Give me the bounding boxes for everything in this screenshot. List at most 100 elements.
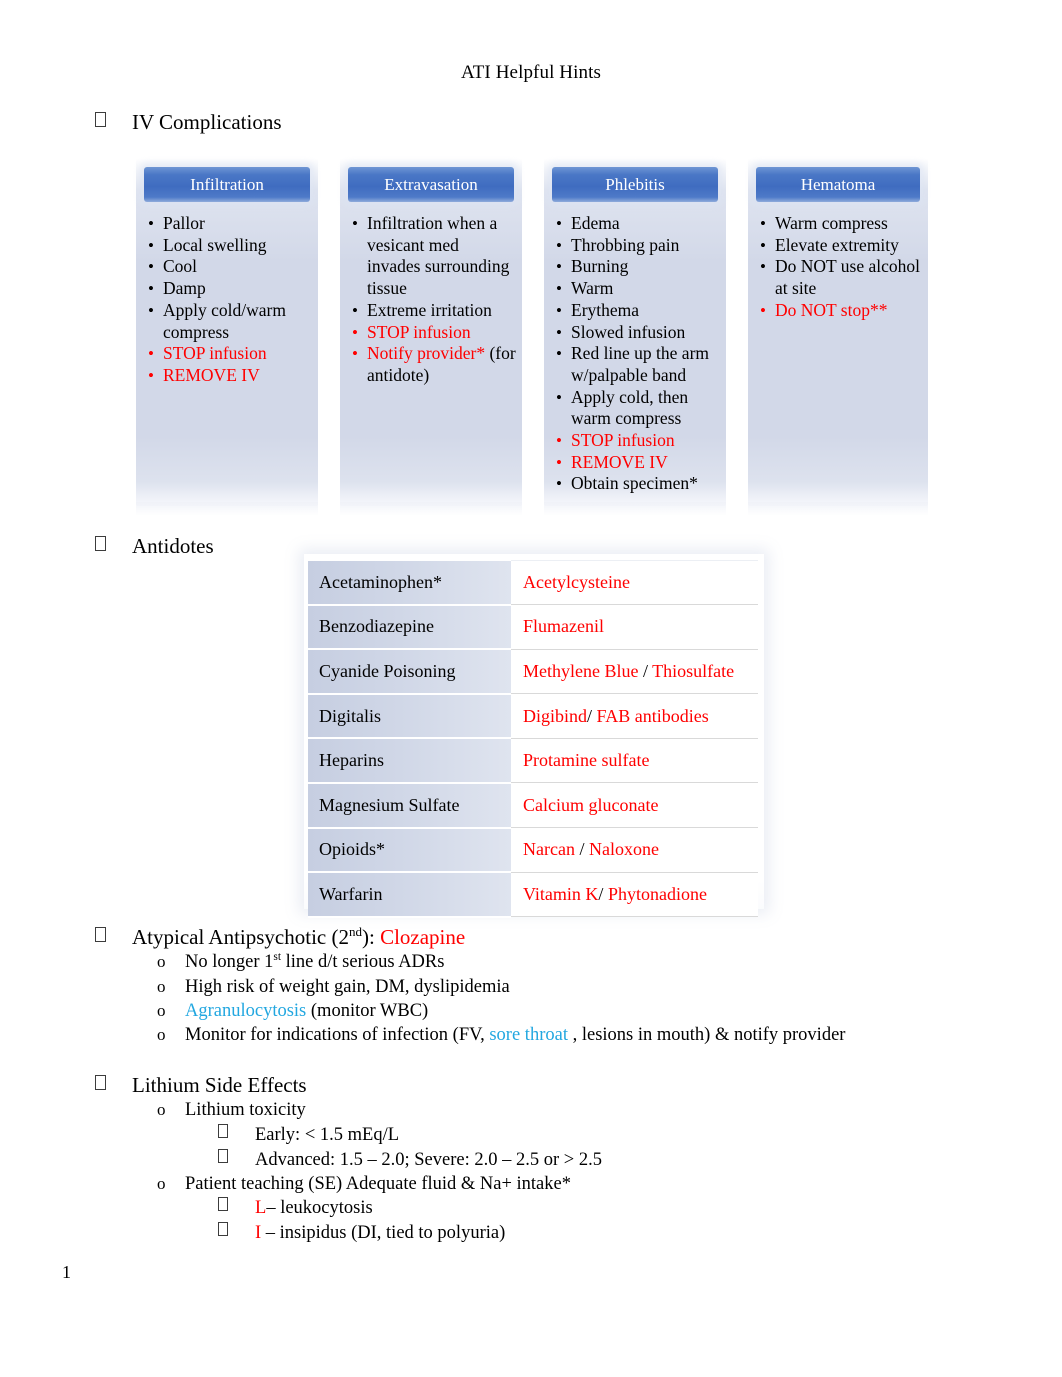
- bullet-agranulocytosis: o Agranulocytosis (monitor WBC): [157, 1001, 428, 1022]
- antidote-part: Narcan: [523, 839, 580, 860]
- iv-box-infiltration: Infiltration • Pallor • Local swelling • Co…: [136, 158, 318, 516]
- antidote-drug: Acetaminophen*: [308, 559, 511, 606]
- bullet-dot-icon: •: [556, 344, 562, 364]
- heading-superscript: nd: [348, 924, 362, 939]
- iv-box-phlebitis-title: Phlebitis: [552, 167, 718, 202]
- bullet-text: Patient teaching (SE) Adequate fluid & N…: [185, 1174, 571, 1194]
- list-item: • Extreme irritation: [352, 299, 492, 320]
- page-title: ATI Helpful Hints: [461, 62, 601, 83]
- bullet-dot-icon: •: [556, 474, 562, 494]
- table-row: Warfarin Vitamin K/ Phytonadione: [308, 871, 758, 918]
- table-row: Magnesium Sulfate Calcium gluconate: [308, 781, 758, 829]
- mnemonic-letter: L: [255, 1198, 267, 1218]
- wingdings-bullet-icon: [95, 1075, 106, 1090]
- o-bullet-icon: o: [157, 952, 166, 971]
- table-row: Benzodiazepine Flumazenil: [308, 603, 758, 651]
- o-bullet-icon: o: [157, 1025, 166, 1044]
- heading-drug-name: Clozapine: [380, 925, 466, 949]
- antidote-value: Acetylcysteine: [511, 559, 758, 606]
- bullet-dot-icon: •: [556, 387, 562, 407]
- o-bullet-icon: o: [157, 1174, 166, 1193]
- bullet-text-post: (monitor WBC): [306, 1001, 429, 1021]
- list-item: • Elevate extremity: [760, 234, 899, 255]
- bullet-dot-icon: •: [556, 235, 562, 255]
- list-item: • Obtain specimen*: [556, 473, 698, 494]
- bullet-no-longer-first-line: o No longer 1st line d/t serious ADRs: [157, 950, 444, 973]
- antidote-part: FAB antibodies: [592, 705, 709, 726]
- wingdings-bullet-icon: [218, 1124, 228, 1138]
- iv-box-infiltration-title: Infiltration: [144, 167, 310, 202]
- mnemonic-rest: – insipidus (DI, tied to polyuria): [261, 1223, 506, 1243]
- iv-box-infiltration-list: • Pallor • Local swelling • Cool • Damp • App…: [148, 213, 312, 387]
- antidote-value: Protamine sulfate: [511, 738, 758, 784]
- antidote-drug: Digitalis: [308, 692, 511, 740]
- list-item: • Pallor: [148, 213, 205, 233]
- bullet-text: I – insipidus (DI, tied to polyuria): [255, 1223, 505, 1244]
- bullet-text-pre: No longer 1: [185, 952, 274, 972]
- bullet-lithium-advanced: Advanced: 1.5 – 2.0; Severe: 2.0 – 2.5 o…: [218, 1149, 602, 1171]
- list-item: • Notify provider* (for antidote): [352, 343, 516, 386]
- antidote-drug: Warfarin: [308, 871, 511, 918]
- antidote-part: Thiosulfate: [648, 660, 735, 681]
- list-item: • Cool: [148, 256, 198, 277]
- list-item: • Warm: [556, 278, 614, 299]
- bullet-dot-icon: •: [760, 214, 766, 233]
- antidote-part: Flumazenil: [523, 616, 604, 637]
- bullet-dot-icon: •: [760, 235, 766, 255]
- antidote-drug: Cyanide Poisoning: [308, 648, 511, 695]
- table-row: Cyanide Poisoning Methylene Blue / Thios…: [308, 648, 758, 695]
- o-bullet-icon: o: [157, 1100, 166, 1119]
- table-row: Opioids* Narcan / Naloxone: [308, 826, 758, 874]
- heading-iv-complications: IV Complications: [93, 110, 282, 135]
- heading-text-mid: ):: [361, 925, 381, 949]
- antidotes-table: Acetaminophen* Acetylcysteine Benzodiaze…: [308, 559, 758, 918]
- antidote-part: Digibind: [523, 705, 588, 726]
- bullet-text: Early: < 1.5 mEq/L: [255, 1125, 400, 1145]
- antidote-value: Calcium gluconate: [511, 782, 758, 829]
- bullet-high-risk: o High risk of weight gain, DM, dyslipid…: [157, 977, 510, 998]
- heading-iv-complications-label: IV Complications: [132, 110, 282, 134]
- bullet-dot-icon: •: [352, 322, 358, 342]
- heading-lithium-label: Lithium Side Effects: [132, 1073, 307, 1098]
- antidote-part: Calcium gluconate: [523, 794, 659, 815]
- heading-lithium-side-effects: Lithium Side Effects: [93, 1073, 307, 1098]
- document-page: ATI Helpful Hints IV Complications Infil…: [0, 0, 1062, 1377]
- antidote-drug: Opioids*: [308, 826, 511, 874]
- iv-box-phlebitis: Phlebitis • Edema • Throbbing pain • Burnin…: [544, 158, 726, 516]
- list-item: • Damp: [148, 278, 206, 299]
- heading-antidotes-label: Antidotes: [132, 534, 214, 558]
- bullet-dot-icon: •: [556, 257, 562, 277]
- antidote-part: Acetylcysteine: [523, 571, 630, 592]
- bullet-dot-icon: •: [760, 257, 766, 277]
- bullet-dot-icon: •: [148, 214, 154, 233]
- antidote-part: Protamine sulfate: [523, 750, 650, 771]
- antidote-value: Narcan / Naloxone: [511, 827, 758, 873]
- antidote-value: Flumazenil: [511, 604, 758, 650]
- list-item: • Edema: [556, 213, 620, 233]
- wingdings-bullet-icon: [95, 536, 106, 551]
- bullet-lithium-leukocytosis: L– leukocytosis: [218, 1197, 373, 1219]
- bullet-dot-icon: •: [556, 431, 562, 451]
- bullet-superscript: st: [273, 950, 282, 963]
- heading-text-prefix: Atypical Antipsychotic (2: [132, 925, 349, 949]
- list-item: • REMOVE IV: [148, 364, 260, 385]
- antidote-part: Vitamin K: [523, 883, 599, 904]
- mnemonic-rest: – leukocytosis: [266, 1198, 373, 1218]
- bullet-text: Monitor for indications of infection (FV…: [185, 1025, 845, 1046]
- list-item: • Burning: [556, 256, 629, 277]
- bullet-dot-icon: •: [556, 214, 562, 233]
- wingdings-bullet-icon: [95, 927, 106, 942]
- bullet-dot-icon: •: [556, 279, 562, 299]
- table-row: Heparins Protamine sulfate: [308, 737, 758, 784]
- antidote-part: Phytonadione: [603, 883, 707, 904]
- bullet-lithium-early: Early: < 1.5 mEq/L: [218, 1124, 400, 1146]
- notify-provider-text: Notify provider*: [367, 343, 486, 364]
- heading-atypical-antipsychotic-label: Atypical Antipsychotic (2nd): Clozapine: [132, 925, 465, 950]
- bullet-dot-icon: •: [148, 235, 154, 255]
- iv-box-extravasation-list: • Infiltration when a vesicant med invade…: [352, 213, 516, 387]
- wingdings-bullet-icon: [218, 1149, 228, 1163]
- list-item: • STOP infusion: [148, 343, 267, 364]
- antidote-drug: Magnesium Sulfate: [308, 781, 511, 829]
- antidote-value: Digibind/ FAB antibodies: [511, 693, 758, 739]
- bullet-dot-icon: •: [556, 322, 562, 342]
